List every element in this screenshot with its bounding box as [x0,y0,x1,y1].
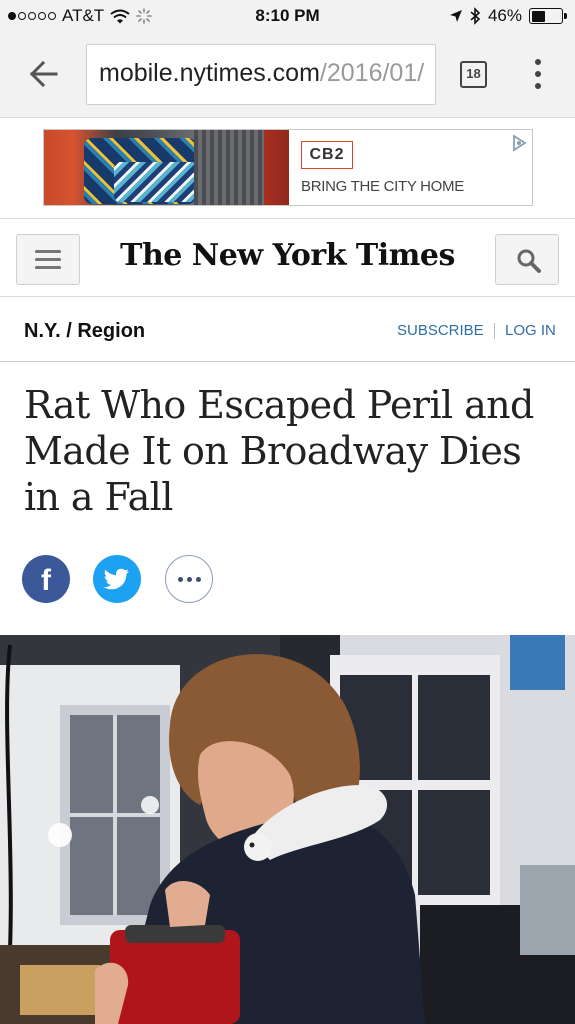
more-icon [177,576,201,582]
back-arrow-icon[interactable] [24,54,64,94]
overflow-menu-icon[interactable] [528,56,548,92]
search-button[interactable] [495,234,559,285]
tab-switcher-button[interactable]: 18 [460,61,487,88]
battery-percent: 46% [487,6,522,25]
article-photo [0,635,575,1024]
divider [0,361,575,362]
login-link[interactable]: LOG IN [505,322,556,339]
url-path: /2016/01/ [319,59,425,87]
url-bar[interactable]: mobile.nytimes.com/2016/01/ [86,44,436,105]
search-icon [517,249,541,273]
facebook-share-button[interactable]: f [22,555,70,603]
battery-level [531,10,545,22]
link-separator [494,323,495,339]
url-host: mobile.nytimes.com [99,59,320,87]
subscribe-link[interactable]: SUBSCRIBE [397,322,484,339]
status-bar: AT&T 8:10 PM 46% [0,0,575,34]
ad-brand-logo: CB2 [301,141,353,169]
ad-tagline: BRING THE CITY HOME [301,178,464,195]
ad-image [44,130,289,205]
adchoices-icon[interactable] [510,134,528,152]
browser-toolbar: mobile.nytimes.com/2016/01/ 18 [0,34,575,118]
twitter-share-button[interactable] [93,555,141,603]
twitter-icon [104,568,129,590]
divider [0,218,575,219]
location-arrow-icon [449,10,462,22]
facebook-icon: f [41,564,51,597]
ad-banner[interactable]: CB2 BRING THE CITY HOME [43,129,533,206]
more-share-button[interactable] [165,555,213,603]
divider [0,296,575,297]
nyt-logo[interactable]: The New York Times [100,238,475,273]
bluetooth-icon [470,7,481,25]
hamburger-menu-icon[interactable] [16,234,80,285]
section-name[interactable]: N.Y. / Region [24,320,145,343]
status-right: 46% [449,6,567,26]
article-headline: Rat Who Escaped Peril and Made It on Bro… [24,383,534,519]
battery-icon [529,8,567,24]
